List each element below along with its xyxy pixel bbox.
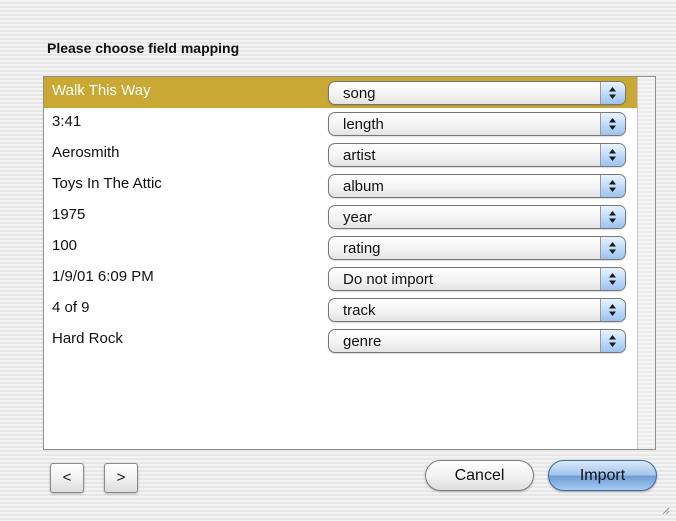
up-down-arrows-icon: [600, 206, 625, 228]
popup-selected-value: year: [343, 209, 373, 226]
up-down-arrows-icon: [600, 175, 625, 197]
dialog-title: Please choose field mapping: [47, 40, 240, 56]
popup-selected-value: genre: [343, 333, 382, 350]
field-value: 1/9/01 6:09 PM: [52, 268, 154, 285]
field-mapping-popup[interactable]: year: [328, 205, 626, 229]
field-mapping-popup[interactable]: track: [328, 298, 626, 322]
mapping-row[interactable]: 4 of 9 track: [44, 294, 637, 325]
popup-selected-value: artist: [343, 147, 376, 164]
resize-grip-icon[interactable]: [662, 507, 670, 515]
field-value: Hard Rock: [52, 330, 123, 347]
up-down-arrows-icon: [600, 82, 625, 104]
up-down-arrows-icon: [600, 113, 625, 135]
popup-selected-value: track: [343, 302, 376, 319]
up-down-arrows-icon: [600, 268, 625, 290]
field-value: 4 of 9: [52, 299, 90, 316]
field-mapping-popup[interactable]: artist: [328, 143, 626, 167]
field-mapping-list[interactable]: Walk This Way song 3:41 length Aerosmith…: [43, 76, 656, 450]
import-button[interactable]: Import: [548, 460, 657, 491]
mapping-row[interactable]: Walk This Way song: [44, 77, 637, 108]
field-mapping-popup[interactable]: rating: [328, 236, 626, 260]
up-down-arrows-icon: [600, 237, 625, 259]
up-down-arrows-icon: [600, 330, 625, 352]
field-value: 1975: [52, 206, 86, 223]
next-record-button[interactable]: >: [104, 463, 138, 493]
cancel-button[interactable]: Cancel: [425, 460, 534, 491]
popup-selected-value: length: [343, 116, 384, 133]
mapping-row[interactable]: 3:41 length: [44, 108, 637, 139]
field-value: 3:41: [52, 113, 82, 130]
field-mapping-popup[interactable]: length: [328, 112, 626, 136]
popup-selected-value: song: [343, 85, 376, 102]
field-mapping-popup[interactable]: Do not import: [328, 267, 626, 291]
mapping-row[interactable]: 1/9/01 6:09 PM Do not import: [44, 263, 637, 294]
mapping-row[interactable]: Hard Rock genre: [44, 325, 637, 356]
mapping-row[interactable]: Aerosmith artist: [44, 139, 637, 170]
mapping-rows: Walk This Way song 3:41 length Aerosmith…: [44, 77, 637, 356]
field-value: Toys In The Attic: [52, 175, 162, 192]
field-mapping-popup[interactable]: song: [328, 81, 626, 105]
popup-selected-value: Do not import: [343, 271, 434, 288]
popup-selected-value: album: [343, 178, 384, 195]
mapping-row[interactable]: Toys In The Attic album: [44, 170, 637, 201]
mapping-row[interactable]: 100 rating: [44, 232, 637, 263]
previous-record-button[interactable]: <: [50, 463, 84, 493]
field-mapping-popup[interactable]: genre: [328, 329, 626, 353]
mapping-row[interactable]: 1975 year: [44, 201, 637, 232]
field-mapping-popup[interactable]: album: [328, 174, 626, 198]
popup-selected-value: rating: [343, 240, 381, 257]
field-value: Walk This Way: [52, 82, 151, 99]
up-down-arrows-icon: [600, 299, 625, 321]
vertical-scrollbar[interactable]: [637, 77, 655, 449]
field-value: Aerosmith: [52, 144, 120, 161]
up-down-arrows-icon: [600, 144, 625, 166]
field-value: 100: [52, 237, 78, 254]
